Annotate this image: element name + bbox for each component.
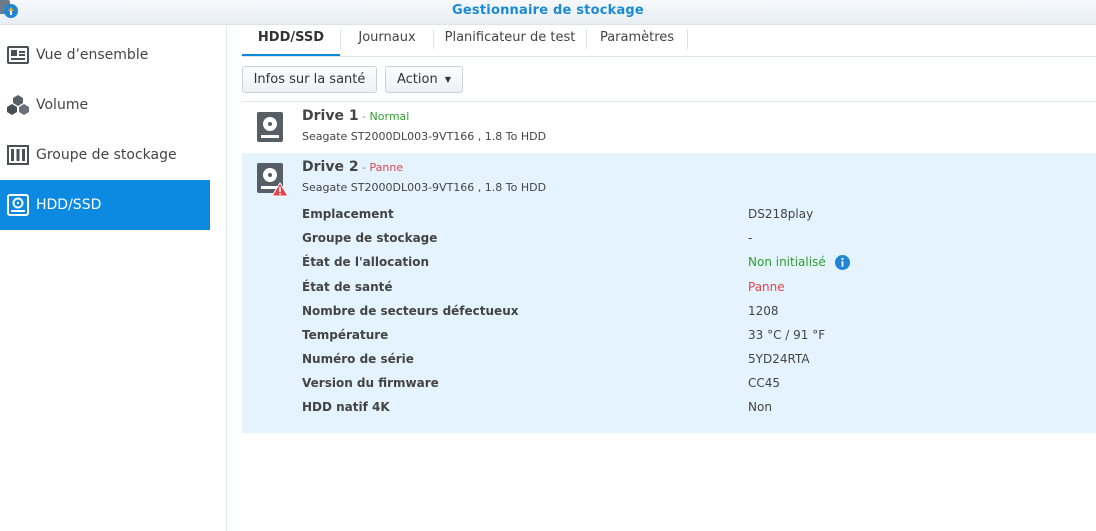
detail-label-firmware: Version du firmware: [302, 376, 439, 390]
drive-status: Normal: [369, 110, 410, 123]
sidebar-item-hdd-ssd[interactable]: HDD/SSD: [0, 180, 210, 230]
sidebar-item-label: Vue d’ensemble: [36, 47, 149, 63]
detail-value-storage-pool: -: [748, 231, 753, 245]
drive-title: Drive 1 - Normal: [302, 108, 409, 124]
drive-status-separator: -: [358, 110, 370, 123]
sidebar-item-label: Volume: [36, 97, 89, 113]
detail-label-storage-pool: Groupe de stockage: [302, 231, 438, 245]
title-bar: Gestionnaire de stockage: [0, 0, 1096, 25]
tab-divider: [687, 29, 688, 49]
sidebar-item-volume[interactable]: Volume: [0, 80, 210, 130]
sidebar-item-overview[interactable]: Vue d’ensemble: [0, 30, 210, 80]
action-button[interactable]: Action ▼: [385, 66, 463, 93]
detail-value-serial: 5YD24RTA: [748, 352, 810, 366]
drive-model: Seagate ST2000DL003-9VT166 , 1.8 To HDD: [302, 181, 547, 194]
detail-label-health: État de santé: [302, 280, 393, 294]
detail-value-location: DS218play: [748, 207, 814, 221]
detail-value-bad-sectors: 1208: [748, 304, 779, 318]
drive-model: Seagate ST2000DL003-9VT166 , 1.8 To HDD: [302, 130, 547, 143]
drive-name: Drive 1: [302, 108, 359, 124]
sidebar-item-label: HDD/SSD: [36, 197, 102, 213]
storage-pool-icon: [6, 143, 30, 167]
health-info-button[interactable]: Infos sur la santé: [242, 66, 377, 93]
sidebar: Vue d’ensemble Volume Groupe de stockage: [0, 25, 227, 531]
sidebar-item-storage-pool[interactable]: Groupe de stockage: [0, 130, 210, 180]
action-button-label: Action: [396, 72, 438, 87]
tab-hdd-ssd[interactable]: HDD/SSD: [242, 25, 340, 56]
allocation-status-text: Non initialisé: [748, 255, 826, 269]
overview-icon: [6, 43, 30, 67]
drive-status: Panne: [369, 161, 404, 174]
caret-down-icon: ▼: [444, 75, 451, 84]
detail-value-temperature: 33 °C / 91 °F: [748, 328, 826, 342]
drive-row-2[interactable]: Drive 2 - Panne Seagate ST2000DL003-9VT1…: [242, 153, 1096, 433]
drive-row-1[interactable]: Drive 1 - Normal Seagate ST2000DL003-9VT…: [242, 102, 1096, 152]
cubes-icon: [6, 93, 30, 117]
hdd-icon: [6, 193, 30, 217]
drive-status-separator: -: [358, 161, 370, 174]
detail-label-bad-sectors: Nombre de secteurs défectueux: [302, 304, 519, 318]
tab-bar: HDD/SSD Journaux Planificateur de test P…: [242, 25, 1096, 57]
info-icon[interactable]: [834, 255, 850, 270]
tab-settings[interactable]: Paramètres: [587, 25, 687, 56]
detail-value-health: Panne: [748, 280, 785, 294]
detail-label-native-4k: HDD natif 4K: [302, 400, 390, 414]
hdd-icon: [257, 112, 283, 142]
detail-label-temperature: Température: [302, 328, 389, 342]
detail-label-location: Emplacement: [302, 207, 394, 221]
detail-label-serial: Numéro de série: [302, 352, 414, 366]
window-title: Gestionnaire de stockage: [452, 3, 644, 18]
detail-value-firmware: CC45: [748, 376, 781, 390]
tab-journaux[interactable]: Journaux: [341, 25, 433, 56]
sidebar-item-label: Groupe de stockage: [36, 147, 177, 163]
hdd-warning-icon: [257, 163, 289, 197]
drive-title: Drive 2 - Panne: [302, 159, 403, 175]
drive-name: Drive 2: [302, 159, 359, 175]
detail-label-allocation: État de l'allocation: [302, 255, 430, 269]
detail-value-allocation: Non initialisé: [748, 255, 850, 270]
detail-value-native-4k: Non: [748, 400, 772, 414]
tab-test-scheduler[interactable]: Planificateur de test: [434, 25, 586, 56]
